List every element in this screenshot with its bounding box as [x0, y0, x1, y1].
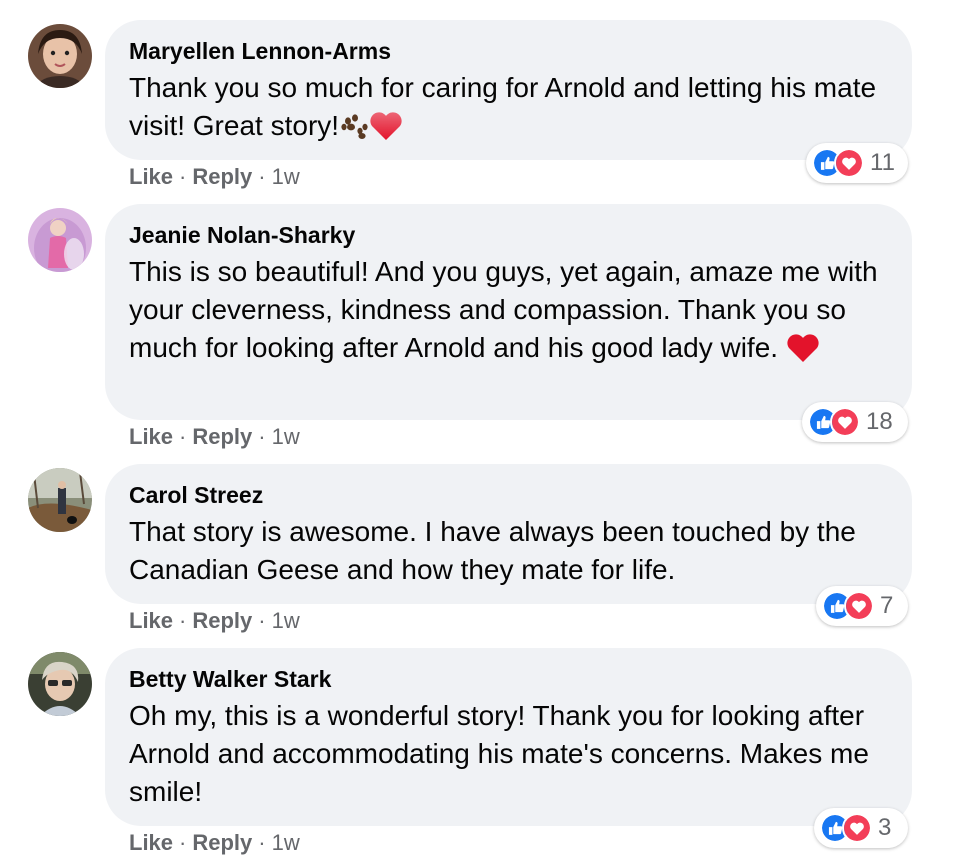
reaction-summary[interactable]: 7 [816, 586, 908, 626]
separator: · [258, 164, 266, 189]
comment-bubble: Betty Walker Stark Oh my, this is a wond… [105, 648, 912, 826]
reaction-icons [820, 813, 872, 843]
reaction-icons [822, 591, 874, 621]
avatar[interactable] [28, 468, 92, 532]
comment-author[interactable]: Betty Walker Stark [129, 664, 888, 694]
reaction-count: 3 [878, 814, 892, 841]
reply-link[interactable]: Reply [192, 830, 252, 855]
comment-bubble: Maryellen Lennon-Arms Thank you so much … [105, 20, 912, 160]
separator: · [258, 424, 266, 449]
comment-timestamp[interactable]: 1w [272, 164, 300, 189]
comment-timestamp[interactable]: 1w [272, 424, 300, 449]
love-icon [830, 407, 860, 437]
red-heart-emoji-icon [369, 111, 403, 151]
avatar[interactable] [28, 208, 92, 272]
reply-link[interactable]: Reply [192, 164, 252, 189]
comment-timestamp[interactable]: 1w [272, 830, 300, 855]
like-link[interactable]: Like [129, 424, 173, 449]
paw-prints-emoji-icon [339, 111, 369, 151]
like-link[interactable]: Like [129, 608, 173, 633]
separator: · [179, 830, 187, 855]
comment-author[interactable]: Maryellen Lennon-Arms [129, 36, 888, 66]
comment-text-body: Thank you so much for caring for Arnold … [129, 72, 884, 141]
comment-bubble: Jeanie Nolan-Sharky This is so beautiful… [105, 204, 912, 420]
separator: · [179, 424, 187, 449]
reaction-icons [812, 148, 864, 178]
like-link[interactable]: Like [129, 830, 173, 855]
comment-text: Thank you so much for caring for Arnold … [129, 69, 888, 151]
love-icon [844, 591, 874, 621]
separator: · [179, 608, 187, 633]
reaction-count: 7 [880, 592, 894, 619]
avatar-image [28, 208, 92, 272]
separator: · [179, 164, 187, 189]
comment-text: Oh my, this is a wonderful story! Thank … [129, 700, 877, 807]
love-icon [834, 148, 864, 178]
avatar-image [28, 652, 92, 716]
comment-author[interactable]: Jeanie Nolan-Sharky [129, 220, 888, 250]
comment-text: That story is awesome. I have always bee… [129, 516, 864, 585]
comment-actions: Like · Reply · 1w [129, 422, 300, 452]
red-heart-emoji-icon [786, 333, 820, 373]
comment-actions: Like · Reply · 1w [129, 162, 300, 192]
reply-link[interactable]: Reply [192, 424, 252, 449]
reaction-count: 18 [866, 408, 893, 435]
reaction-icons [808, 407, 860, 437]
separator: · [258, 830, 266, 855]
avatar-image [28, 24, 92, 88]
avatar[interactable] [28, 24, 92, 88]
reaction-summary[interactable]: 18 [802, 402, 908, 442]
comment-actions: Like · Reply · 1w [129, 606, 300, 636]
comment-text-body: This is so beautiful! And you guys, yet … [129, 256, 886, 363]
reaction-summary[interactable]: 3 [814, 808, 908, 848]
comment-actions: Like · Reply · 1w [129, 828, 300, 858]
love-icon [842, 813, 872, 843]
reaction-count: 11 [870, 149, 895, 176]
separator: · [258, 608, 266, 633]
like-link[interactable]: Like [129, 164, 173, 189]
comment-bubble: Carol Streez That story is awesome. I ha… [105, 464, 912, 604]
comment-author[interactable]: Carol Streez [129, 480, 888, 510]
comment-text: This is so beautiful! And you guys, yet … [129, 253, 888, 373]
comment-timestamp[interactable]: 1w [272, 608, 300, 633]
avatar-image [28, 468, 92, 532]
reaction-summary[interactable]: 11 [806, 143, 908, 183]
reply-link[interactable]: Reply [192, 608, 252, 633]
avatar[interactable] [28, 652, 92, 716]
